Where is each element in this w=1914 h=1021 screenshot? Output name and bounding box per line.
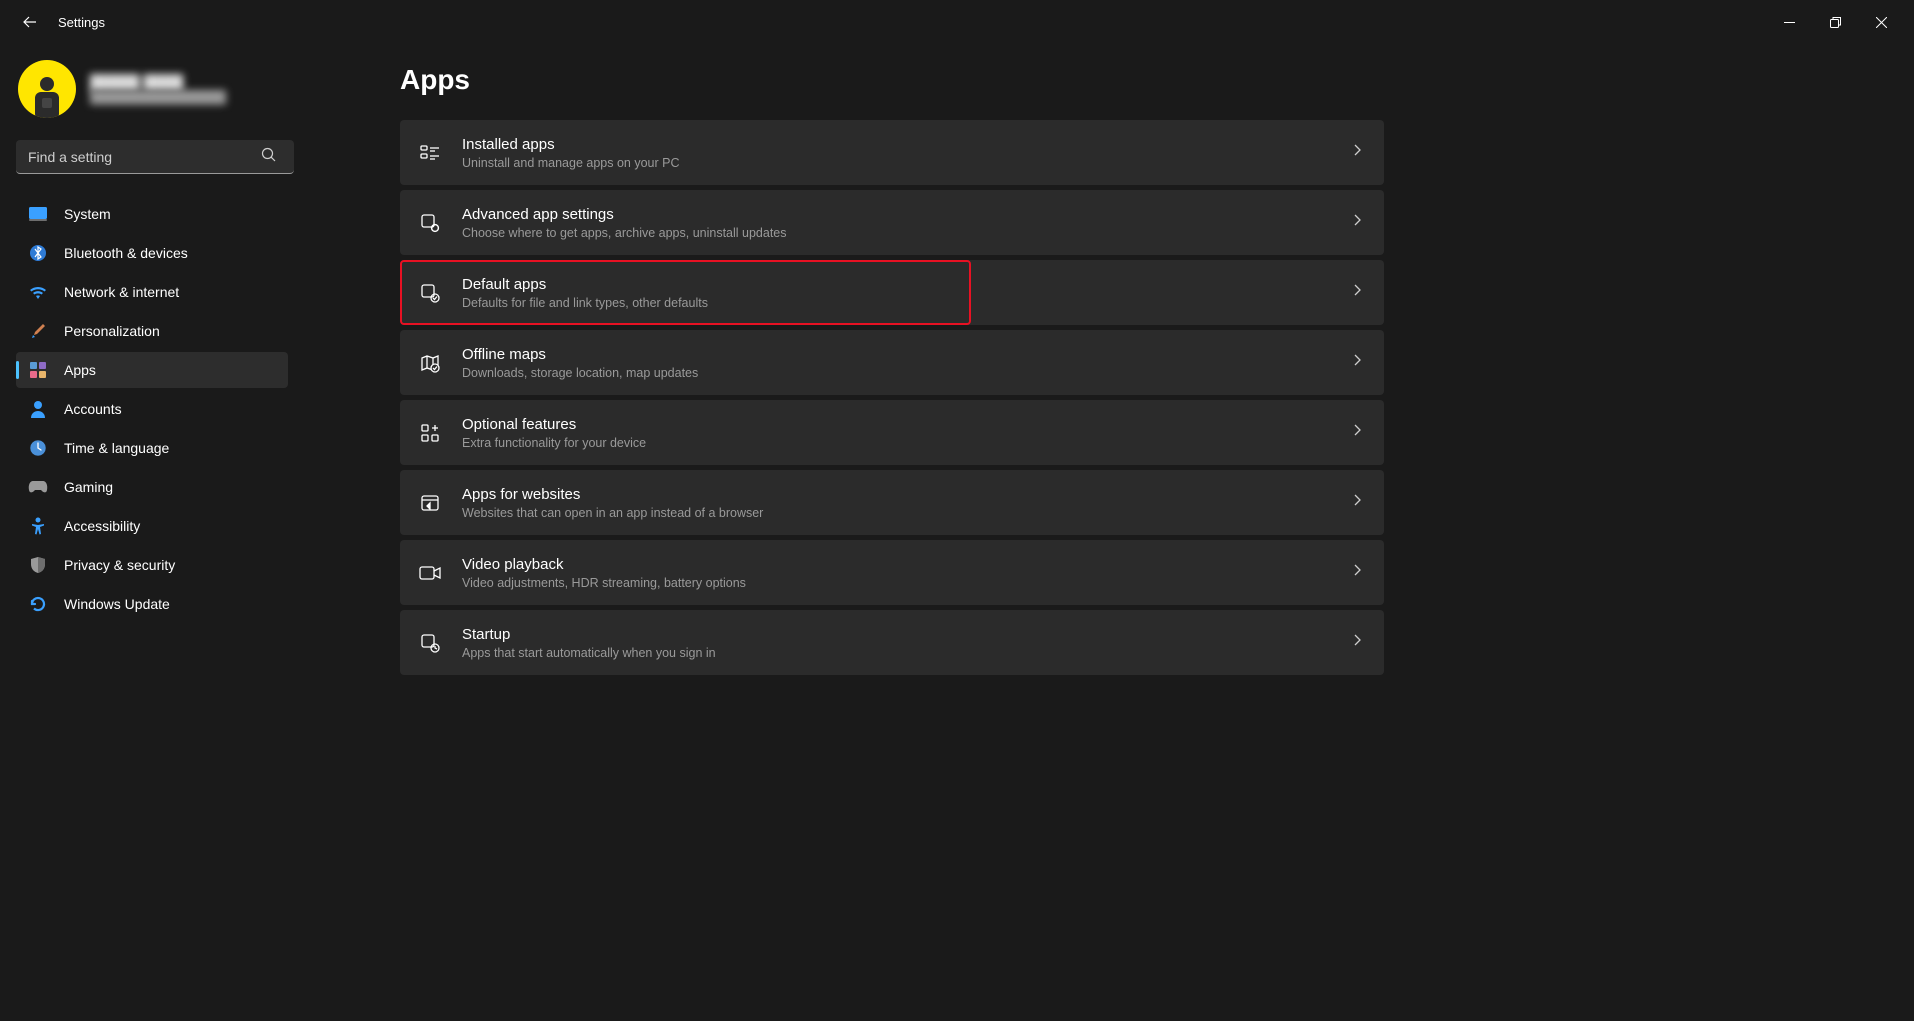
settings-cards: Installed apps Uninstall and manage apps… bbox=[400, 120, 1384, 675]
nav-item-network[interactable]: Network & internet bbox=[16, 274, 288, 310]
nav-label: Privacy & security bbox=[64, 557, 175, 573]
card-advanced-app-settings[interactable]: Advanced app settings Choose where to ge… bbox=[400, 190, 1384, 255]
nav-item-system[interactable]: System bbox=[16, 196, 288, 232]
profile-email: ████████████████ bbox=[90, 90, 226, 104]
accessibility-icon bbox=[28, 516, 48, 536]
page-title: Apps bbox=[400, 64, 1814, 96]
back-button[interactable] bbox=[16, 8, 44, 36]
person-icon bbox=[28, 399, 48, 419]
window-controls bbox=[1766, 6, 1904, 38]
minimize-button[interactable] bbox=[1766, 6, 1812, 38]
card-title: Optional features bbox=[462, 415, 1352, 435]
card-subtitle: Video adjustments, HDR streaming, batter… bbox=[462, 576, 1352, 590]
paintbrush-icon bbox=[28, 321, 48, 341]
nav-label: Apps bbox=[64, 362, 96, 378]
sidebar: █████ ████ ████████████████ System B bbox=[0, 44, 300, 1021]
bluetooth-icon bbox=[28, 243, 48, 263]
card-title: Advanced app settings bbox=[462, 205, 1352, 225]
chevron-right-icon bbox=[1352, 213, 1362, 232]
maximize-button[interactable] bbox=[1812, 6, 1858, 38]
profile-text: █████ ████ ████████████████ bbox=[90, 74, 226, 104]
card-subtitle: Apps that start automatically when you s… bbox=[462, 646, 1352, 660]
clock-globe-icon bbox=[28, 438, 48, 458]
window-title: Settings bbox=[58, 15, 105, 30]
profile-block[interactable]: █████ ████ ████████████████ bbox=[16, 54, 288, 136]
card-subtitle: Downloads, storage location, map updates bbox=[462, 366, 1352, 380]
profile-name: █████ ████ bbox=[90, 74, 226, 90]
chevron-right-icon bbox=[1352, 353, 1362, 372]
offline-maps-icon bbox=[418, 351, 442, 375]
video-playback-icon bbox=[418, 561, 442, 585]
card-offline-maps[interactable]: Offline maps Downloads, storage location… bbox=[400, 330, 1384, 395]
gamepad-icon bbox=[28, 477, 48, 497]
card-title: Installed apps bbox=[462, 135, 1352, 155]
chevron-right-icon bbox=[1352, 143, 1362, 162]
nav-label: Windows Update bbox=[64, 596, 170, 612]
nav: System Bluetooth & devices Network & int… bbox=[16, 196, 288, 622]
card-video-playback[interactable]: Video playback Video adjustments, HDR st… bbox=[400, 540, 1384, 605]
nav-item-accessibility[interactable]: Accessibility bbox=[16, 508, 288, 544]
system-icon bbox=[28, 204, 48, 224]
card-subtitle: Choose where to get apps, archive apps, … bbox=[462, 226, 1352, 240]
search-icon bbox=[261, 147, 276, 167]
nav-item-apps[interactable]: Apps bbox=[16, 352, 288, 388]
nav-label: Gaming bbox=[64, 479, 113, 495]
default-apps-icon bbox=[418, 281, 442, 305]
apps-icon bbox=[28, 360, 48, 380]
chevron-right-icon bbox=[1352, 283, 1362, 302]
nav-item-privacy[interactable]: Privacy & security bbox=[16, 547, 288, 583]
card-startup[interactable]: Startup Apps that start automatically wh… bbox=[400, 610, 1384, 675]
nav-label: Personalization bbox=[64, 323, 160, 339]
card-title: Startup bbox=[462, 625, 1352, 645]
nav-item-accounts[interactable]: Accounts bbox=[16, 391, 288, 427]
card-optional-features[interactable]: Optional features Extra functionality fo… bbox=[400, 400, 1384, 465]
chevron-right-icon bbox=[1352, 493, 1362, 512]
nav-label: Accounts bbox=[64, 401, 122, 417]
startup-icon bbox=[418, 631, 442, 655]
wifi-icon bbox=[28, 282, 48, 302]
chevron-right-icon bbox=[1352, 563, 1362, 582]
chevron-right-icon bbox=[1352, 633, 1362, 652]
nav-item-personalization[interactable]: Personalization bbox=[16, 313, 288, 349]
card-title: Offline maps bbox=[462, 345, 1352, 365]
nav-label: Accessibility bbox=[64, 518, 140, 534]
nav-item-windows-update[interactable]: Windows Update bbox=[16, 586, 288, 622]
card-subtitle: Extra functionality for your device bbox=[462, 436, 1352, 450]
card-installed-apps[interactable]: Installed apps Uninstall and manage apps… bbox=[400, 120, 1384, 185]
card-apps-for-websites[interactable]: Apps for websites Websites that can open… bbox=[400, 470, 1384, 535]
search-box bbox=[16, 140, 288, 174]
content: Apps Installed apps Uninstall and manage… bbox=[300, 44, 1914, 1021]
nav-label: Network & internet bbox=[64, 284, 179, 300]
nav-label: System bbox=[64, 206, 111, 222]
apps-for-websites-icon bbox=[418, 491, 442, 515]
card-title: Video playback bbox=[462, 555, 1352, 575]
shield-icon bbox=[28, 555, 48, 575]
update-icon bbox=[28, 594, 48, 614]
advanced-settings-icon bbox=[418, 211, 442, 235]
nav-label: Bluetooth & devices bbox=[64, 245, 188, 261]
card-default-apps[interactable]: Default apps Defaults for file and link … bbox=[400, 260, 1384, 325]
nav-item-bluetooth[interactable]: Bluetooth & devices bbox=[16, 235, 288, 271]
card-subtitle: Defaults for file and link types, other … bbox=[462, 296, 1352, 310]
card-title: Default apps bbox=[462, 275, 1352, 295]
nav-item-gaming[interactable]: Gaming bbox=[16, 469, 288, 505]
nav-item-time-language[interactable]: Time & language bbox=[16, 430, 288, 466]
installed-apps-icon bbox=[418, 141, 442, 165]
card-subtitle: Uninstall and manage apps on your PC bbox=[462, 156, 1352, 170]
search-input[interactable] bbox=[16, 140, 294, 174]
nav-label: Time & language bbox=[64, 440, 169, 456]
card-title: Apps for websites bbox=[462, 485, 1352, 505]
titlebar: Settings bbox=[0, 0, 1914, 44]
optional-features-icon bbox=[418, 421, 442, 445]
chevron-right-icon bbox=[1352, 423, 1362, 442]
card-subtitle: Websites that can open in an app instead… bbox=[462, 506, 1352, 520]
avatar bbox=[18, 60, 76, 118]
close-button[interactable] bbox=[1858, 6, 1904, 38]
